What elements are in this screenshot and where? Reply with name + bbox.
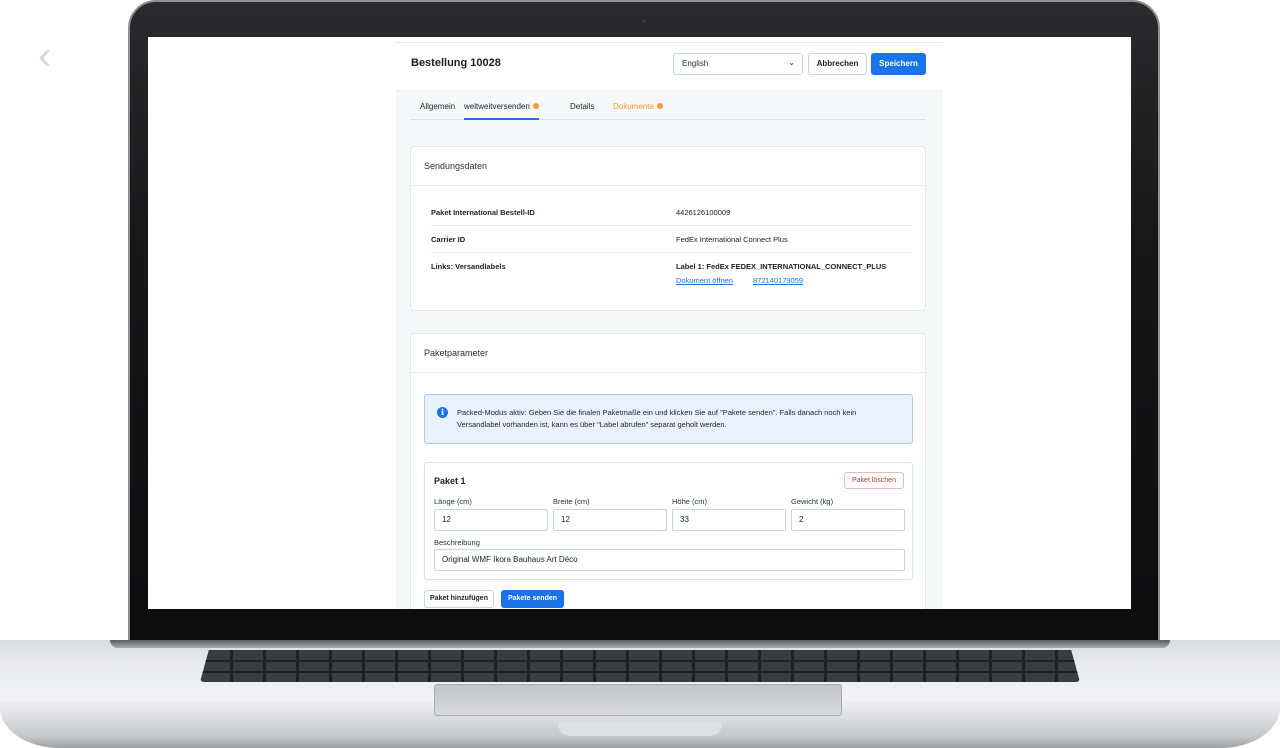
tab-details[interactable]: Details — [570, 102, 594, 111]
row-key: Carrier ID — [431, 235, 466, 244]
back-chevron-icon: ‹ — [38, 34, 52, 78]
height-input[interactable]: 33 — [672, 509, 786, 531]
camera-icon — [642, 19, 646, 23]
length-input[interactable]: 12 — [434, 509, 548, 531]
package-params-card: Paketparameter i Packed-Modus aktiv: Geb… — [410, 333, 926, 609]
cancel-button[interactable]: Abbrechen — [808, 53, 867, 75]
tab-label: weltweitversenden — [464, 102, 530, 111]
chevron-down-icon: ⌄ — [788, 58, 795, 67]
row-value: Label 1: FedEx FEDEX_INTERNATIONAL_CONNE… — [676, 262, 887, 271]
weight-input[interactable]: 2 — [791, 509, 905, 531]
tab-label: Dokumente — [613, 102, 654, 111]
weight-label: Gewicht (kg) — [791, 497, 834, 506]
tab-weltweitversenden[interactable]: weltweitversenden — [464, 102, 539, 120]
row-key: Paket International Bestell-ID — [431, 208, 535, 217]
save-button[interactable]: Speichern — [871, 53, 926, 75]
package-card: Paket 1 Paket löschen Länge (cm) 12 Brei… — [424, 462, 913, 580]
tab-dokumente[interactable]: Dokumente — [613, 102, 663, 111]
shipment-row-labels: Links: Versandlabels Label 1: FedEx FEDE… — [431, 253, 912, 293]
width-input[interactable]: 12 — [553, 509, 667, 531]
tab-label: Allgemein — [420, 102, 456, 111]
language-select-value: English — [682, 59, 709, 68]
length-label: Länge (cm) — [434, 497, 472, 506]
order-editor: Bestellung 10028 English ⌄ Abbrechen Spe… — [396, 42, 943, 609]
width-label: Breite (cm) — [553, 497, 590, 506]
open-document-link[interactable]: Dokument öffnen — [676, 276, 733, 285]
laptop-notch — [558, 722, 722, 736]
description-label: Beschreibung — [434, 538, 480, 547]
add-package-button[interactable]: Paket hinzufügen — [424, 590, 494, 608]
row-value: 4426126100009 — [676, 208, 731, 217]
page-header: Bestellung 10028 English ⌄ Abbrechen Spe… — [396, 43, 943, 91]
laptop-trackpad — [434, 684, 842, 716]
divider — [411, 185, 925, 186]
info-banner: i Packed-Modus aktiv: Geben Sie die fina… — [424, 394, 913, 444]
package-params-title: Paketparameter — [424, 348, 489, 358]
laptop-keyboard — [200, 650, 1080, 682]
send-packages-button[interactable]: Pakete senden — [501, 590, 564, 608]
page-title: Bestellung 10028 — [411, 57, 501, 69]
warning-badge-icon — [656, 102, 663, 109]
row-value: FedEx International Connect Plus — [676, 235, 788, 244]
shipment-card: Sendungsdaten Paket International Bestel… — [410, 146, 926, 311]
shipment-row-order-id: Paket International Bestell-ID 442612610… — [431, 199, 912, 226]
package-title: Paket 1 — [434, 476, 466, 486]
description-input[interactable]: Original WMF Ikora Bauhaus Art Déco — [434, 549, 905, 571]
info-icon: i — [437, 407, 448, 418]
tab-label: Details — [570, 102, 595, 111]
shipment-row-carrier: Carrier ID FedEx International Connect P… — [431, 226, 912, 253]
tab-bar: Allgemein weltweitversenden Details Doku… — [410, 98, 926, 120]
language-select[interactable]: English ⌄ — [673, 53, 803, 75]
laptop-screen: Bestellung 10028 English ⌄ Abbrechen Spe… — [148, 37, 1131, 609]
delete-package-button[interactable]: Paket löschen — [844, 472, 904, 489]
divider — [411, 372, 925, 373]
info-text: Packed-Modus aktiv: Geben Sie die finale… — [457, 408, 857, 429]
tab-allgemein[interactable]: Allgemein — [420, 102, 455, 111]
laptop-hinge — [110, 640, 1170, 648]
height-label: Höhe (cm) — [672, 497, 708, 506]
shipment-card-title: Sendungsdaten — [424, 161, 488, 171]
tracking-link[interactable]: 872140179059 — [753, 276, 803, 285]
warning-badge-icon — [532, 102, 539, 109]
row-key: Links: Versandlabels — [431, 262, 506, 271]
